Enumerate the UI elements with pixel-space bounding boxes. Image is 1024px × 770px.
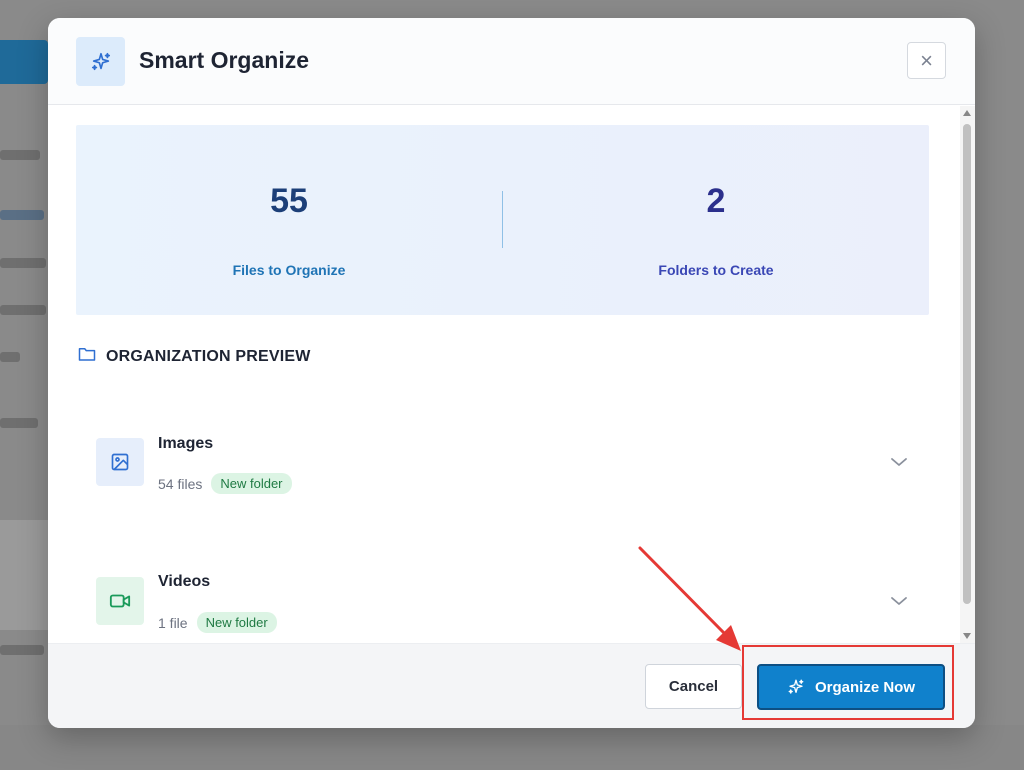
folder-meta: 54 files New folder [158,473,292,494]
file-count: 54 files [158,475,203,492]
background-card [0,520,48,630]
modal-title: Smart Organize [139,47,309,73]
folder-row-videos[interactable]: Videos 1 file New folder [76,546,929,643]
chevron-down-icon[interactable] [889,591,909,611]
annotation-highlight-box [742,645,954,720]
section-title: ORGANIZATION PREVIEW [106,347,311,365]
background-text [0,305,46,315]
background-button [0,40,48,84]
folders-count: 2 [706,182,726,220]
background-text [0,352,20,362]
background-text [0,418,38,428]
modal-body[interactable]: 55 Files to Organize 2 Folders to Create… [48,106,960,643]
cancel-button[interactable]: Cancel [645,664,742,709]
folders-label: Folders to Create [658,262,774,278]
files-label: Files to Organize [232,262,346,278]
scroll-down-arrow-icon[interactable] [963,633,971,639]
background-text [0,150,40,160]
stats-panel: 55 Files to Organize 2 Folders to Create [76,125,929,315]
background-text [0,645,44,655]
new-folder-badge: New folder [211,473,292,494]
smart-organize-modal: Smart Organize × 55 Files to Organize 2 … [48,18,975,728]
background-footer [0,725,1024,770]
folder-meta: 1 file New folder [158,612,277,633]
video-icon [96,577,144,625]
files-to-organize-stat: 55 Files to Organize [76,125,502,315]
file-count: 1 file [158,614,188,631]
organization-preview-heading: ORGANIZATION PREVIEW [78,346,311,367]
background-text [0,210,44,220]
sparkle-icon [76,37,125,86]
folders-to-create-stat: 2 Folders to Create [503,125,929,315]
scroll-up-arrow-icon[interactable] [963,110,971,116]
folder-name: Videos [158,573,211,590]
folder-name: Images [158,435,214,452]
scrollbar[interactable] [960,106,975,643]
new-folder-badge: New folder [196,612,277,633]
scroll-thumb[interactable] [963,124,971,604]
modal-header: Smart Organize × [48,18,975,105]
image-icon [96,438,144,486]
close-button[interactable]: × [907,42,946,79]
chevron-down-icon[interactable] [889,452,909,472]
close-icon: × [920,47,933,73]
folder-row-images[interactable]: Images 54 files New folder [76,406,929,516]
files-count: 55 [270,182,308,220]
folder-icon [78,346,96,367]
background-text [0,258,46,268]
